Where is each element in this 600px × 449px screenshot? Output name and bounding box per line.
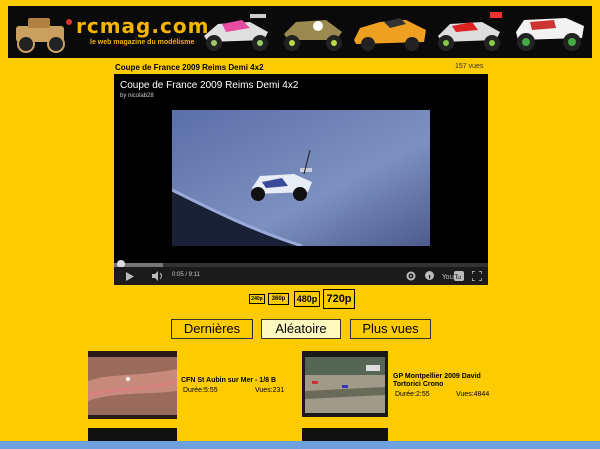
item-views: Vues:4844 bbox=[456, 391, 490, 398]
svg-text:You: You bbox=[442, 273, 454, 281]
player-controls: 0:05 / 9:11 You Tu bbox=[114, 267, 488, 285]
settings-gear-icon[interactable] bbox=[406, 271, 416, 281]
item-duration: Durée:5:55 bbox=[183, 387, 218, 394]
os-taskbar[interactable] bbox=[0, 441, 600, 449]
video-thumbnail[interactable] bbox=[302, 428, 388, 441]
tab-dernieres[interactable]: Dernières bbox=[171, 319, 253, 339]
buggy-pink-image bbox=[204, 14, 268, 51]
video-thumbnail[interactable] bbox=[88, 428, 177, 441]
video-frame[interactable] bbox=[172, 110, 430, 246]
tab-plus-vues[interactable]: Plus vues bbox=[350, 319, 431, 339]
item-title[interactable]: GP Montpellier 2009 David bbox=[393, 373, 481, 380]
site-banner[interactable]: rcmag.com le web magazine du modélisme bbox=[8, 6, 592, 58]
video-player[interactable]: Coupe de France 2009 Reims Demi 4x2 by n… bbox=[114, 74, 488, 285]
quality-360p-button[interactable]: 360p bbox=[268, 293, 289, 305]
site-tagline: le web magazine du modélisme bbox=[90, 39, 195, 46]
quality-480p-button[interactable]: 480p bbox=[294, 291, 320, 307]
time-display: 0:05 / 9:11 bbox=[172, 272, 200, 278]
item-duration: Durée:2:55 bbox=[395, 391, 430, 398]
item-views: Vues:231 bbox=[255, 387, 285, 394]
info-icon[interactable] bbox=[425, 271, 434, 280]
sportscar-orange-image bbox=[354, 18, 426, 51]
svg-text:Tu: Tu bbox=[454, 274, 462, 281]
fullscreen-icon[interactable] bbox=[472, 271, 482, 281]
view-count: 157 vues bbox=[455, 63, 484, 70]
site-logo-text: rcmag.com bbox=[76, 14, 210, 38]
volume-icon[interactable] bbox=[152, 271, 163, 281]
play-icon[interactable] bbox=[126, 272, 134, 281]
buggy-red-image bbox=[438, 12, 502, 51]
rc-car-logo-icon bbox=[16, 18, 72, 53]
quality-240p-button[interactable]: 240p bbox=[249, 294, 265, 304]
quality-720p-button[interactable]: 720p bbox=[323, 289, 355, 309]
tab-aleatoire[interactable]: Aléatoire bbox=[261, 319, 341, 339]
item-title[interactable]: CFN St Aubin sur Mer - 1/8 B bbox=[181, 377, 276, 384]
video-title[interactable]: Coupe de France 2009 Reims Demi 4x2 bbox=[115, 63, 264, 72]
video-thumbnail[interactable] bbox=[88, 351, 177, 419]
buggy-camo-image bbox=[284, 20, 342, 51]
truck-white-image bbox=[516, 18, 584, 51]
video-thumbnail[interactable] bbox=[302, 351, 388, 417]
player-uploader[interactable]: by nicolab28 bbox=[120, 93, 154, 99]
player-title[interactable]: Coupe de France 2009 Reims Demi 4x2 bbox=[120, 80, 298, 91]
youtube-logo-icon[interactable]: You Tu bbox=[442, 271, 464, 281]
item-title-line2[interactable]: Tortorici Crono bbox=[393, 381, 443, 388]
